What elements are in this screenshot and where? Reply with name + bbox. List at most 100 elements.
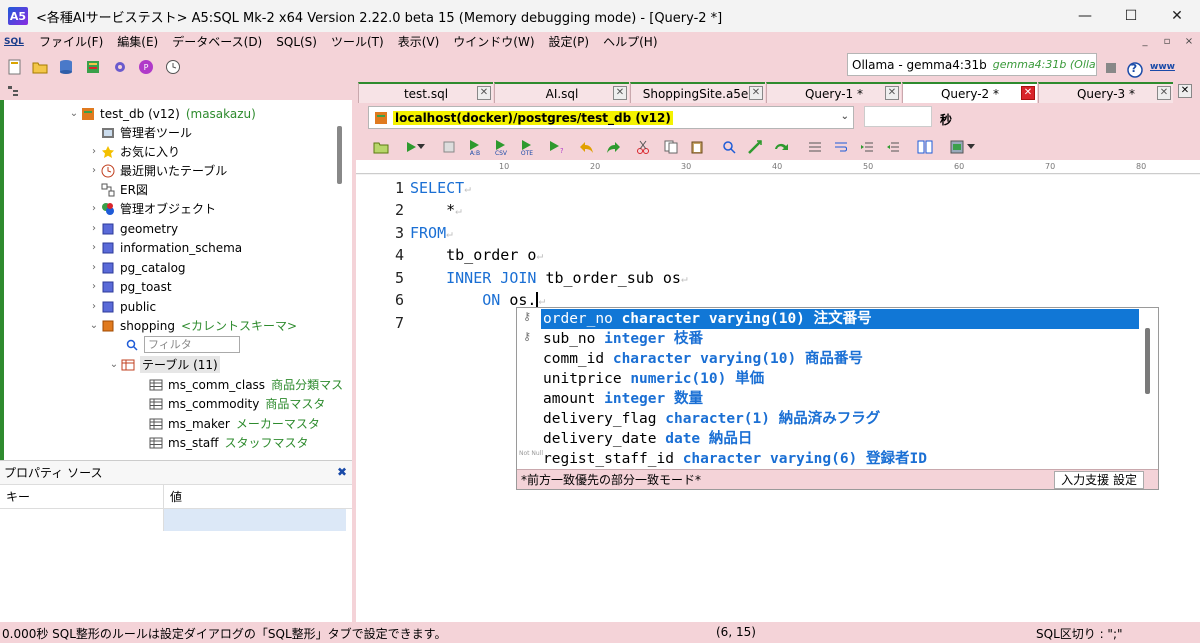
tree-item-favorites[interactable]: › お気に入り (88, 142, 180, 161)
tree-schema-shopping[interactable]: ⌄ shopping <カレントスキーマ> (88, 316, 297, 335)
undo-icon[interactable] (578, 138, 596, 156)
indent-icon[interactable] (858, 138, 876, 156)
mdi-close-button[interactable]: × (1178, 32, 1200, 52)
close-all-tabs-icon[interactable]: ✕ (1178, 84, 1192, 98)
snippet-icon[interactable] (948, 138, 966, 156)
tab-query-1[interactable]: Query-1 * ✕ (766, 82, 901, 103)
filter-input[interactable]: フィルタ (144, 336, 240, 353)
close-icon[interactable]: ✕ (477, 86, 491, 100)
completion-scrollbar[interactable] (1145, 328, 1150, 394)
close-icon[interactable]: ✖ (336, 466, 348, 478)
tree-schema-public[interactable]: › public (88, 297, 156, 316)
wrap-icon[interactable] (832, 138, 850, 156)
properties-tabs[interactable]: プロパティ ソース (0, 461, 352, 485)
chevron-down-icon[interactable]: ⌄ (841, 111, 849, 122)
ai-model-select[interactable]: Ollama - gemma4:31b gemma4:31b (Ollar (847, 53, 1097, 76)
tree-table-ms-staff[interactable]: ms_staff スタッフマスタ (148, 433, 309, 452)
menu-settings[interactable]: 設定(P) (542, 32, 597, 52)
chevron-down-icon[interactable]: ⌄ (68, 108, 80, 119)
close-icon[interactable]: ✕ (613, 86, 627, 100)
completion-item[interactable]: amount integer 数量 (541, 389, 1139, 409)
chevron-right-icon[interactable]: › (88, 223, 100, 234)
redo-icon[interactable] (604, 138, 622, 156)
mdi-minimize-button[interactable]: _ (1134, 32, 1156, 52)
plugin-icon[interactable]: P (137, 58, 155, 76)
completion-item[interactable]: comm_id character varying(10) 商品番号 (541, 349, 1139, 369)
menu-sql[interactable]: SQL(S) (269, 32, 324, 52)
chevron-right-icon[interactable]: › (88, 242, 100, 253)
maximize-button[interactable]: ☐ (1108, 0, 1154, 32)
chevron-right-icon[interactable]: › (88, 146, 100, 157)
properties-row[interactable] (0, 509, 352, 531)
connection-select[interactable]: localhost(docker)/postgres/test_db (v12)… (368, 106, 854, 129)
menu-view[interactable]: 表示(V) (391, 32, 447, 52)
close-icon[interactable]: ✕ (749, 86, 763, 100)
open-folder-icon[interactable] (31, 58, 49, 76)
completion-item[interactable]: sub_no integer 枝番 (541, 329, 1139, 349)
completion-item[interactable]: delivery_date date 納品日 (541, 429, 1139, 449)
tree-folder-tables[interactable]: ⌄ テーブル (11) (108, 355, 220, 374)
completion-item[interactable]: regist_staff_id character varying(6) 登録者… (541, 449, 1139, 469)
menu-help[interactable]: ヘルプ(H) (596, 32, 664, 52)
menu-window[interactable]: ウインドウ(W) (446, 32, 541, 52)
tree-scrollbar[interactable] (337, 126, 342, 184)
completion-settings-button[interactable]: 入力支援 設定 (1054, 471, 1144, 489)
tree-table-ms-commodity[interactable]: ms_commodity 商品マスタ (148, 394, 325, 413)
tree-options-icon[interactable] (4, 82, 22, 100)
www-link[interactable]: www (1150, 62, 1175, 72)
menu-file[interactable]: ファイル(F) (32, 32, 110, 52)
tab-ai-sql[interactable]: AI.sql ✕ (494, 82, 629, 103)
app-logo-icon[interactable]: A5 (8, 7, 28, 25)
completion-item[interactable]: delivery_flag character(1) 納品済みフラグ (541, 409, 1139, 429)
tab-shoppingsite[interactable]: ShoppingSite.a5er ✕ (630, 82, 765, 103)
explain-icon[interactable]: ? (546, 138, 564, 156)
cut-icon[interactable] (634, 138, 652, 156)
tree-schema-pg-catalog[interactable]: › pg_catalog (88, 258, 186, 277)
menu-database[interactable]: データベース(D) (165, 32, 269, 52)
outdent-icon[interactable] (884, 138, 902, 156)
paste-icon[interactable] (688, 138, 706, 156)
run-csv-icon[interactable]: CSV (492, 138, 510, 156)
database-icon[interactable] (57, 58, 75, 76)
chevron-right-icon[interactable]: › (88, 165, 100, 176)
replace-icon[interactable] (746, 138, 764, 156)
chevron-down-icon[interactable] (416, 138, 426, 156)
gear-icon[interactable] (111, 58, 129, 76)
open-sql-icon[interactable] (372, 138, 390, 156)
run-ote-icon[interactable]: OTE (518, 138, 536, 156)
copy-icon[interactable] (662, 138, 680, 156)
run-all-icon[interactable]: A:B (466, 138, 484, 156)
chevron-right-icon[interactable]: › (88, 203, 100, 214)
tree-item-admin-objects[interactable]: › 管理オブジェクト (88, 199, 216, 218)
tab-test-sql[interactable]: test.sql ✕ (358, 82, 493, 103)
tree-item-er-diagram[interactable]: ER図 (88, 180, 148, 199)
stop-icon[interactable] (1104, 61, 1118, 75)
chevron-right-icon[interactable]: › (88, 301, 100, 312)
clock-icon[interactable] (164, 58, 182, 76)
completion-item[interactable]: order_no character varying(10) 注文番号 (541, 309, 1139, 329)
search-icon[interactable] (720, 138, 738, 156)
new-file-icon[interactable] (6, 58, 24, 76)
chevron-right-icon[interactable]: › (88, 262, 100, 273)
database-multi-icon[interactable] (84, 58, 102, 76)
chevron-down-icon[interactable] (966, 138, 976, 156)
tree-schema-geometry[interactable]: › geometry (88, 219, 178, 238)
tree-table-ms-maker[interactable]: ms_maker メーカーマスタ (148, 414, 320, 433)
compare-icon[interactable] (916, 138, 934, 156)
close-icon[interactable]: ✕ (1021, 86, 1035, 100)
menu-edit[interactable]: 編集(E) (110, 32, 165, 52)
close-icon[interactable]: ✕ (1157, 86, 1171, 100)
minimize-button[interactable]: — (1062, 0, 1108, 32)
completion-item[interactable]: unitprice numeric(10) 単価 (541, 369, 1139, 389)
tree-schema-information-schema[interactable]: › information_schema (88, 238, 242, 257)
tab-query-2[interactable]: Query-2 * ✕ (902, 82, 1037, 103)
tree-item-recent-tables[interactable]: › 最近開いたテーブル (88, 161, 227, 180)
tree-table-ms-comm-class[interactable]: ms_comm_class 商品分類マス (148, 375, 343, 394)
align-icon[interactable] (806, 138, 824, 156)
tree-item-admin-tools[interactable]: 管理者ツール (88, 123, 192, 142)
tree-root-testdb[interactable]: ⌄ test_db (v12) (masakazu) (68, 104, 256, 123)
close-icon[interactable]: ✕ (885, 86, 899, 100)
close-button[interactable]: ✕ (1154, 0, 1200, 32)
menu-tools[interactable]: ツール(T) (324, 32, 391, 52)
chevron-right-icon[interactable]: › (88, 281, 100, 292)
